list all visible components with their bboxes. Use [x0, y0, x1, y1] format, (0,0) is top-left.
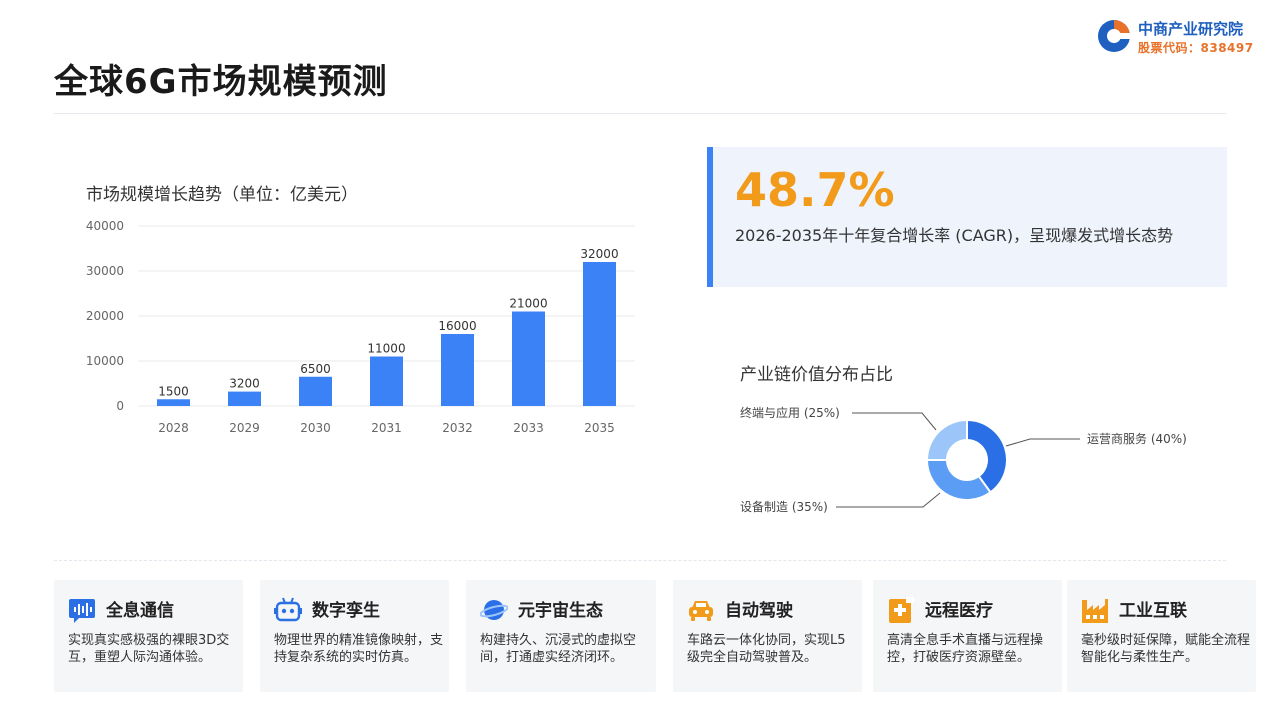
y-tick-label: 20000	[86, 309, 124, 323]
donut-label: 设备制造 (35%)	[740, 500, 828, 514]
logo-name: 中商产业研究院	[1138, 20, 1244, 38]
card-description: 高清全息手术直播与远程操控，打破医疗资源壁垒。	[887, 633, 1044, 665]
factory-icon	[1082, 599, 1108, 623]
data-label: 16000	[438, 319, 476, 333]
bar-chart: 0 10000 20000 30000 40000 1500 2028 3200 2029 650…	[86, 219, 635, 435]
medical-icon	[889, 597, 914, 623]
donut-slice	[925, 459, 992, 501]
bar	[370, 356, 403, 406]
card-title: 数字孪生	[312, 601, 380, 621]
y-tick-label: 30000	[86, 264, 124, 278]
card-title: 全息通信	[106, 601, 174, 621]
card-autonomous-driving: 自动驾驶 车路云一体化协同，实现L5级完全自动驾驶普及。	[673, 580, 862, 692]
card-holographic: 全息通信 实现真实感极强的裸眼3D交互，重塑人际沟通体验。	[54, 580, 243, 692]
data-label: 21000	[509, 297, 547, 311]
logo-mark-icon	[1098, 20, 1130, 52]
donut-label: 运营商服务 (40%)	[1087, 431, 1187, 446]
page-title: 全球6G市场规模预测	[54, 62, 388, 102]
x-tick-label: 2030	[300, 421, 331, 435]
donut-label: 终端与应用 (25%)	[740, 405, 840, 420]
leader-line	[1005, 438, 1080, 447]
card-description: 物理世界的精准镜像映射，支持复杂系统的实时仿真。	[274, 633, 444, 665]
leader-line	[836, 492, 941, 508]
card-industrial-internet: 工业互联 毫秒级时延保障，赋能全流程智能化与柔性生产。	[1067, 580, 1256, 692]
card-description: 实现真实感极强的裸眼3D交互，重塑人际沟通体验。	[68, 633, 230, 665]
bar	[441, 334, 474, 406]
cagr-panel: 48.7% 2026-2035年十年复合增长率 (CAGR)，呈现爆发式增长态势	[707, 147, 1227, 287]
card-telemedicine: 远程医疗 高清全息手术直播与远程操控，打破医疗资源壁垒。	[873, 580, 1062, 692]
leader-line	[852, 412, 937, 431]
y-tick-label: 0	[116, 399, 124, 413]
data-label: 3200	[229, 377, 260, 391]
card-description: 车路云一体化协同，实现L5级完全自动驾驶普及。	[687, 633, 846, 665]
planet-icon	[480, 600, 508, 620]
bar	[583, 262, 616, 406]
card-digital-twin: 数字孪生 物理世界的精准镜像映射，支持复杂系统的实时仿真。	[260, 580, 449, 692]
cagr-value: 48.7%	[735, 163, 895, 217]
x-tick-label: 2028	[158, 421, 189, 435]
y-tick-label: 10000	[86, 354, 124, 368]
bar	[157, 399, 190, 406]
title-divider	[54, 113, 1226, 114]
card-metaverse: 元宇宙生态 构建持久、沉浸式的虚拟空间，打通虚实经济闭环。	[466, 580, 656, 692]
company-logo: 中商产业研究院 股票代码：838497	[1096, 16, 1272, 60]
bar	[228, 391, 261, 406]
donut-chart-title: 产业链价值分布占比	[740, 365, 893, 385]
data-label: 1500	[158, 384, 189, 398]
card-title: 远程医疗	[925, 601, 993, 621]
card-description: 毫秒级时延保障，赋能全流程智能化与柔性生产。	[1081, 633, 1251, 665]
card-description: 构建持久、沉浸式的虚拟空间，打通虚实经济闭环。	[480, 633, 637, 665]
x-tick-label: 2035	[584, 421, 615, 435]
bar	[512, 311, 545, 406]
cagr-description: 2026-2035年十年复合增长率 (CAGR)，呈现爆发式增长态势	[735, 226, 1174, 245]
voice-wave-icon	[69, 599, 95, 623]
donut-chart: 运营商服务 (40%) 设备制造 (35%) 终端与应用 (25%)	[740, 405, 1187, 514]
data-label: 6500	[300, 362, 331, 376]
section-divider	[54, 560, 1226, 561]
x-tick-label: 2033	[513, 421, 544, 435]
card-title: 自动驾驶	[725, 601, 793, 621]
card-title: 工业互联	[1119, 601, 1187, 621]
application-cards: 全息通信 实现真实感极强的裸眼3D交互，重塑人际沟通体验。 数字孪生 物理世界的…	[54, 580, 1256, 692]
robot-icon	[274, 597, 302, 622]
bar	[299, 376, 332, 406]
bar-chart-title: 市场规模增长趋势（单位：亿美元）	[86, 185, 358, 205]
data-label: 11000	[367, 342, 405, 356]
x-tick-label: 2029	[229, 421, 260, 435]
x-tick-label: 2031	[371, 421, 402, 435]
data-label: 32000	[580, 247, 618, 261]
logo-stock-code: 股票代码：838497	[1138, 41, 1254, 55]
card-title: 元宇宙生态	[518, 601, 603, 621]
car-icon	[689, 601, 713, 621]
y-tick-label: 40000	[86, 219, 124, 233]
x-tick-label: 2032	[442, 421, 473, 435]
